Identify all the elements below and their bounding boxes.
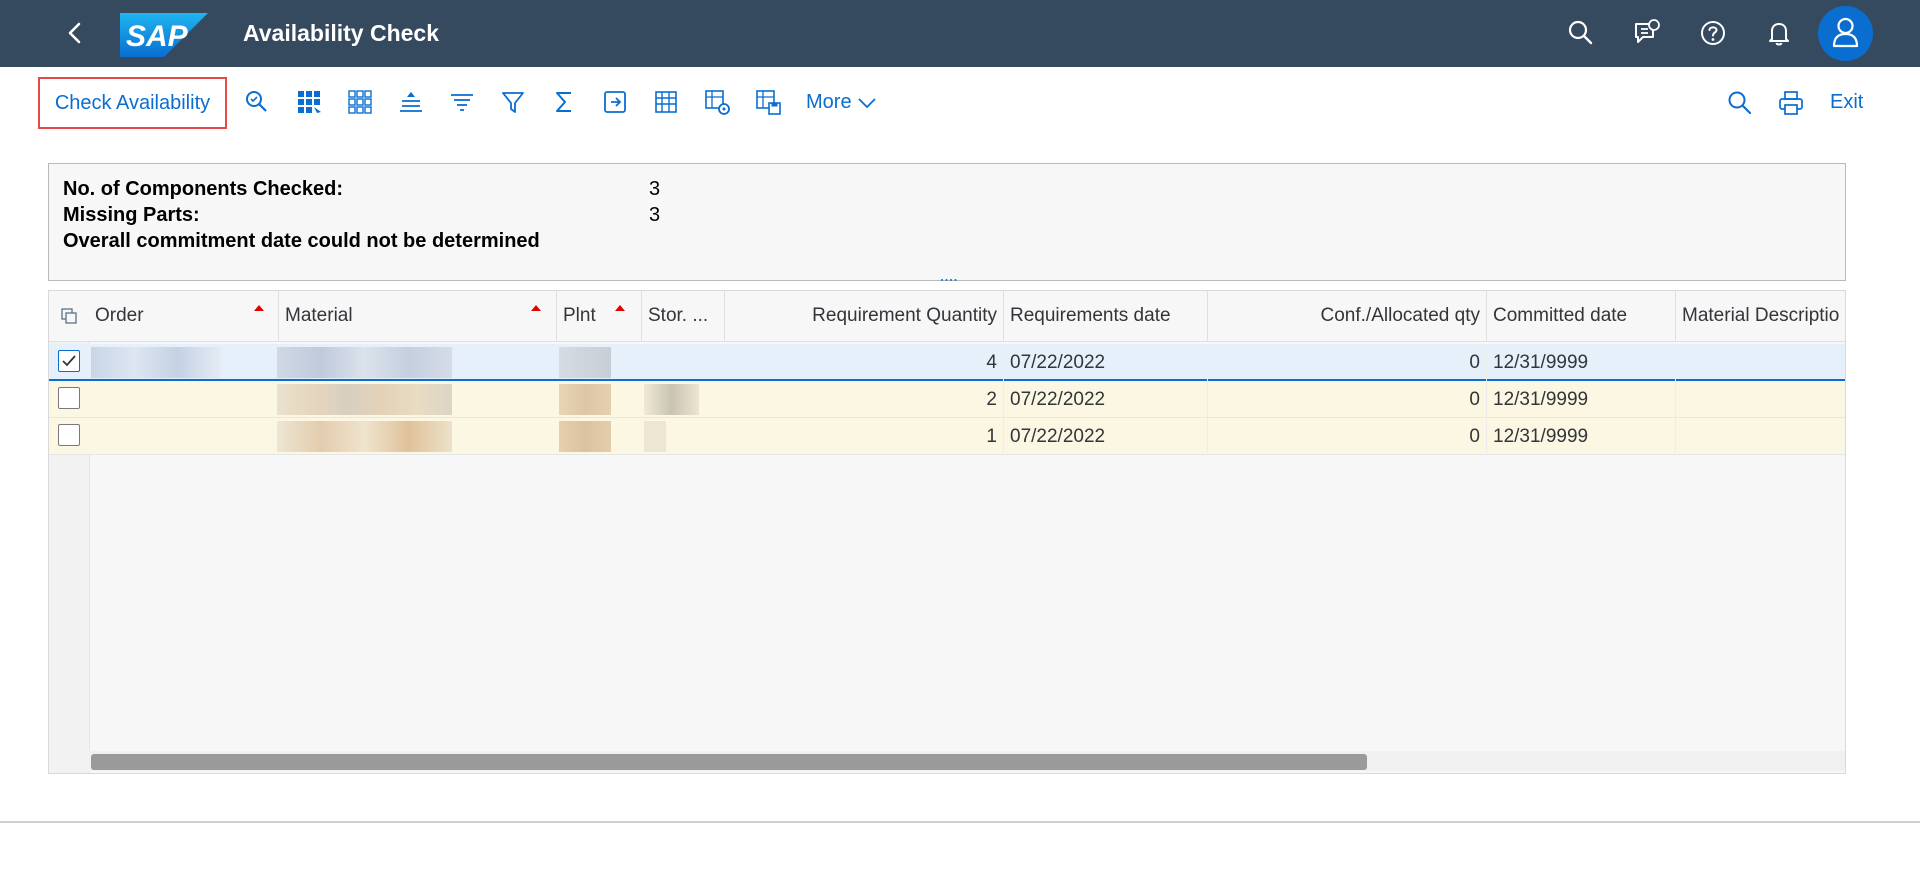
column-header-order[interactable]: Order <box>89 291 279 341</box>
table-row[interactable]: 4 07/22/2022 0 12/31/9999 <box>49 344 1845 381</box>
select-all-icon[interactable] <box>294 87 324 117</box>
material-description-cell <box>1676 344 1845 381</box>
sort-ascending-icon[interactable] <box>396 87 426 117</box>
footer-divider <box>0 821 1920 823</box>
missing-parts-value: 3 <box>649 204 661 226</box>
splitter-handle[interactable] <box>940 276 958 284</box>
exit-button[interactable]: Exit <box>1830 91 1863 114</box>
requirement-quantity-cell: 1 <box>725 418 1004 455</box>
column-header-confirmed-qty[interactable]: Conf./Allocated qty <box>1208 291 1487 341</box>
components-checked-label: No. of Components Checked: <box>63 178 344 200</box>
summary-panel: No. of Components Checked: 3 Missing Par… <box>48 163 1846 281</box>
requirement-quantity-cell: 4 <box>725 344 1004 381</box>
committed-date-cell: 12/31/9999 <box>1487 381 1676 418</box>
table-row[interactable]: 2 07/22/2022 0 12/31/9999 <box>49 381 1845 418</box>
row-checkbox[interactable] <box>58 424 80 446</box>
missing-parts-label: Missing Parts: <box>63 204 200 226</box>
help-icon[interactable] <box>1697 17 1729 49</box>
sort-indicator-icon <box>254 305 264 311</box>
more-label: More <box>806 91 852 113</box>
redacted-storage <box>644 421 666 452</box>
layout-settings-icon[interactable] <box>702 87 732 117</box>
export-icon[interactable] <box>600 87 630 117</box>
material-description-cell <box>1676 418 1845 455</box>
column-header-mat-desc-label: Material Descriptio <box>1682 305 1840 326</box>
row-checkbox[interactable] <box>58 350 80 372</box>
components-checked-value: 3 <box>649 178 661 200</box>
horizontal-scrollbar-thumb[interactable] <box>91 754 1367 770</box>
column-header-material-label: Material <box>285 305 353 326</box>
committed-date-cell: 12/31/9999 <box>1487 418 1676 455</box>
filter-icon[interactable] <box>498 87 528 117</box>
column-header-material-description[interactable]: Material Descriptio <box>1676 291 1845 341</box>
shell-bar: SAP Availability Check <box>0 0 1920 67</box>
confirmed-qty-cell: 0 <box>1208 381 1487 418</box>
material-description-cell <box>1676 381 1845 418</box>
column-header-conf-qty-label: Conf./Allocated qty <box>1320 305 1480 326</box>
commitment-date-message: Overall commitment date could not be det… <box>63 230 540 252</box>
sort-descending-icon[interactable] <box>447 87 477 117</box>
column-header-committed-date[interactable]: Committed date <box>1487 291 1676 341</box>
confirmed-qty-cell: 0 <box>1208 418 1487 455</box>
search-icon[interactable] <box>1725 88 1755 118</box>
detail-magnifier-icon[interactable] <box>242 87 272 117</box>
column-header-storage-location[interactable]: Stor. ... <box>642 291 725 341</box>
column-header-order-label: Order <box>95 305 144 326</box>
more-menu-button[interactable]: More <box>806 91 877 114</box>
redacted-plant <box>559 384 611 415</box>
row-checkbox[interactable] <box>58 387 80 409</box>
sap-logo-text: SAP <box>126 20 189 53</box>
requirement-quantity-cell: 2 <box>725 381 1004 418</box>
redacted-material <box>277 347 452 378</box>
redacted-plant <box>559 347 611 378</box>
user-avatar-icon <box>1832 17 1859 48</box>
save-layout-icon[interactable] <box>753 87 783 117</box>
availability-table: Order Material Plnt Stor. ... Requiremen… <box>48 290 1846 774</box>
select-all-rows-icon[interactable] <box>59 306 79 326</box>
redacted-storage <box>644 384 699 415</box>
column-header-storage-label: Stor. ... <box>648 305 709 326</box>
requirements-date-cell: 07/22/2022 <box>1004 418 1208 455</box>
column-header-plant-label: Plnt <box>563 305 596 326</box>
column-header-committed-date-label: Committed date <box>1493 305 1628 326</box>
sort-indicator-icon <box>615 305 625 311</box>
sap-logo[interactable]: SAP <box>120 13 208 57</box>
column-header-plant[interactable]: Plnt <box>557 291 642 341</box>
notification-bell-icon[interactable] <box>1763 17 1795 49</box>
back-icon[interactable] <box>60 17 92 49</box>
checkmark-icon <box>62 355 76 367</box>
column-header-material[interactable]: Material <box>279 291 557 341</box>
user-avatar[interactable] <box>1818 6 1873 61</box>
sort-indicator-icon <box>531 305 541 311</box>
app-title: Availability Check <box>243 20 440 46</box>
sum-icon[interactable] <box>549 87 579 117</box>
search-icon[interactable] <box>1565 17 1597 49</box>
column-header-requirements-date[interactable]: Requirements date <box>1004 291 1208 341</box>
deselect-all-icon[interactable] <box>345 87 375 117</box>
chevron-down-icon <box>858 98 876 108</box>
redacted-order <box>91 347 221 378</box>
check-availability-button[interactable]: Check Availability <box>38 77 227 129</box>
requirements-date-cell: 07/22/2022 <box>1004 344 1208 381</box>
application-toolbar: Check Availability More Exit <box>0 67 1920 141</box>
column-header-req-date-label: Requirements date <box>1010 305 1171 326</box>
column-header-requirement-quantity[interactable]: Requirement Quantity <box>725 291 1004 341</box>
feedback-icon[interactable] <box>1631 17 1663 49</box>
print-icon[interactable] <box>1776 88 1806 118</box>
committed-date-cell: 12/31/9999 <box>1487 344 1676 381</box>
table-header: Order Material Plnt Stor. ... Requiremen… <box>49 291 1845 342</box>
redacted-plant <box>559 421 611 452</box>
column-header-req-qty-label: Requirement Quantity <box>812 305 997 326</box>
table-row[interactable]: 1 07/22/2022 0 12/31/9999 <box>49 418 1845 455</box>
redacted-material <box>277 384 452 415</box>
requirements-date-cell: 07/22/2022 <box>1004 381 1208 418</box>
redacted-material <box>277 421 452 452</box>
confirmed-qty-cell: 0 <box>1208 344 1487 381</box>
layout-grid-icon[interactable] <box>651 87 681 117</box>
